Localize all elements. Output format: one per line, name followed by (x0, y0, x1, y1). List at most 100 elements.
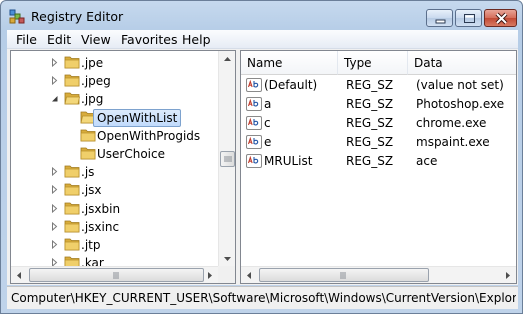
folder-icon (64, 73, 80, 87)
list-row[interactable]: a REG_SZ Photoshop.exe (241, 95, 516, 114)
column-name-label: Name (247, 56, 283, 70)
folder-icon (80, 146, 96, 160)
cell-data: Photoshop.exe (416, 97, 505, 111)
grip-icon (224, 156, 232, 162)
cell-type: REG_SZ (346, 97, 394, 111)
cell-type: REG_SZ (346, 135, 394, 149)
maximize-button[interactable] (455, 9, 482, 27)
list-row[interactable]: MRUList REG_SZ ace (241, 152, 516, 171)
cell-name: c (264, 116, 271, 130)
registry-editor-icon (9, 9, 25, 24)
collapsed-arrow-icon[interactable] (50, 221, 59, 231)
menu-view[interactable]: View (81, 32, 111, 47)
folder-icon (64, 237, 80, 251)
status-bar: Computer\HKEY_CURRENT_USER\Software\Micr… (7, 286, 518, 309)
tree-item[interactable]: .jsx (11, 181, 217, 199)
list-horizontal-scrollbar[interactable] (241, 266, 516, 283)
cell-data: (value not set) (416, 78, 504, 92)
cell-data: mspaint.exe (416, 135, 490, 149)
folder-icon (80, 128, 96, 142)
column-header-data[interactable]: Data (408, 51, 516, 75)
list-row[interactable]: e REG_SZ mspaint.exe (241, 133, 516, 152)
tree-item[interactable]: .jtp (11, 236, 217, 254)
tree-item[interactable]: .jsxbin (11, 200, 217, 218)
maximize-icon (464, 14, 475, 23)
column-header-type[interactable]: Type (338, 51, 408, 75)
close-icon (495, 12, 508, 25)
tree-item[interactable]: OpenWithProgids (11, 127, 217, 145)
column-data-label: Data (414, 56, 443, 70)
cell-type: REG_SZ (346, 116, 394, 130)
collapsed-arrow-icon[interactable] (50, 76, 59, 86)
menu-file[interactable]: File (16, 32, 37, 47)
registry-editor-window: Registry Editor File Edit View Favorites… (0, 0, 523, 314)
collapsed-arrow-icon[interactable] (50, 58, 59, 67)
collapsed-arrow-icon[interactable] (50, 185, 59, 195)
tree-vscroll-thumb[interactable] (220, 151, 235, 167)
tree-item-label: .jsxbin (81, 201, 121, 216)
cell-name: a (264, 97, 272, 111)
tree-item-label: .js (81, 165, 95, 180)
collapsed-arrow-icon[interactable] (50, 240, 59, 249)
tree-item[interactable]: UserChoice (11, 145, 217, 163)
tree-item[interactable]: OpenWithList (11, 108, 217, 127)
tree-item[interactable]: .jpeg (11, 72, 217, 90)
menu-bar: File Edit View Favorites Help (7, 30, 518, 49)
list-row[interactable]: (Default) REG_SZ (value not set) (241, 76, 516, 95)
folder-icon (64, 182, 80, 196)
column-header-name[interactable]: Name (241, 51, 338, 75)
collapsed-arrow-icon[interactable] (50, 203, 59, 213)
tree-item[interactable]: .jsxinc (11, 218, 217, 236)
tree-hscroll-thumb[interactable] (29, 268, 204, 282)
menu-edit[interactable]: Edit (47, 32, 71, 47)
cell-name: e (264, 135, 272, 149)
folder-icon (64, 164, 80, 178)
key-tree[interactable]: .jpe .jpeg .jpg OpenWithList OpenWithProgids… (10, 50, 236, 284)
scroll-down-arrow-icon[interactable] (219, 250, 236, 267)
scroll-corner (218, 266, 235, 283)
folder-icon (64, 201, 80, 215)
tree-horizontal-scrollbar[interactable] (11, 266, 218, 283)
string-value-icon (246, 78, 262, 92)
scroll-left-arrow-icon[interactable] (11, 267, 28, 284)
tree-item-label: .jpeg (81, 74, 111, 89)
scroll-right-arrow-icon[interactable] (201, 267, 218, 284)
minimize-button[interactable] (426, 9, 453, 27)
list-hscroll-thumb[interactable] (259, 268, 429, 282)
minimize-icon (435, 19, 446, 24)
column-type-label: Type (344, 56, 372, 70)
cell-name: MRUList (264, 154, 313, 168)
tree-item-label: .jsx (81, 183, 102, 198)
folder-icon (64, 219, 80, 233)
scroll-left-arrow-icon[interactable] (241, 267, 258, 284)
tree-item-label: .jpg (81, 92, 104, 107)
tree-item-label: UserChoice (97, 147, 165, 161)
scroll-up-arrow-icon[interactable] (219, 51, 236, 68)
tree-item[interactable]: .js (11, 163, 217, 181)
cell-type: REG_SZ (346, 78, 394, 92)
expanded-arrow-icon[interactable] (50, 94, 59, 103)
title-bar[interactable]: Registry Editor (1, 1, 522, 31)
list-row[interactable]: c REG_SZ chrome.exe (241, 114, 516, 133)
string-value-icon (246, 154, 262, 168)
tree-item-label: OpenWithProgids (97, 128, 201, 143)
tree-vertical-scrollbar[interactable] (218, 51, 235, 267)
open-folder-icon (64, 91, 80, 105)
grip-icon (340, 272, 346, 279)
menu-favorites[interactable]: Favorites (121, 32, 177, 47)
close-button[interactable] (484, 9, 517, 27)
status-path: Computer\HKEY_CURRENT_USER\Software\Micr… (11, 291, 516, 305)
menu-help[interactable]: Help (182, 32, 211, 47)
cell-data: chrome.exe (416, 116, 487, 130)
tree-item-label: .jpe (81, 56, 104, 70)
scroll-right-arrow-icon[interactable] (499, 267, 516, 284)
tree-item-label: .jtp (81, 238, 101, 252)
window-title: Registry Editor (31, 9, 124, 24)
string-value-icon (246, 135, 262, 149)
values-list[interactable]: Name Type Data (Default) REG_SZ (value not… (240, 50, 517, 284)
tree-item[interactable]: .jpg (11, 90, 217, 108)
tree-item[interactable]: .jpe (11, 54, 217, 72)
string-value-icon (246, 97, 262, 111)
collapsed-arrow-icon[interactable] (50, 167, 59, 177)
cell-type: REG_SZ (346, 154, 394, 168)
